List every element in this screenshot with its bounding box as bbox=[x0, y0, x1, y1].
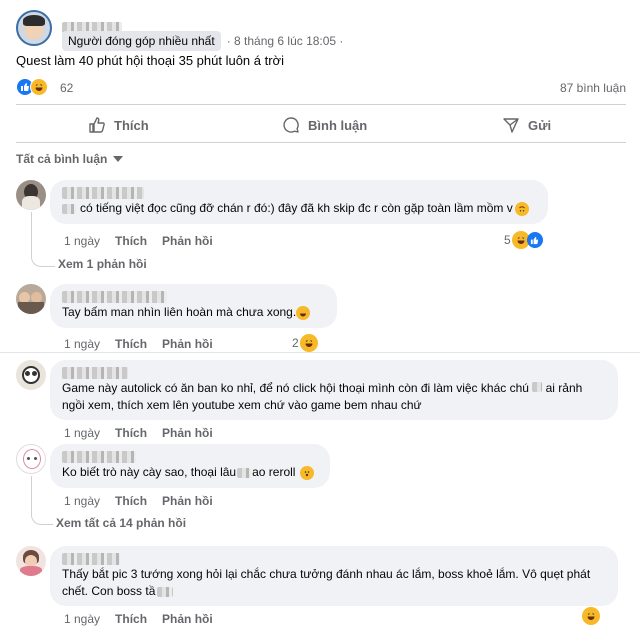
comment-meta: 1 ngày Thích Phản hồi bbox=[64, 234, 213, 248]
commenter-avatar[interactable] bbox=[16, 546, 46, 576]
comment-text: Tay bấm man nhìn liên hoàn mà chưa xong. bbox=[62, 305, 297, 319]
commenter-name-blurred[interactable] bbox=[62, 367, 128, 379]
divider-top bbox=[16, 104, 626, 105]
comment-like-link[interactable]: Thích bbox=[115, 234, 147, 248]
commenter-avatar[interactable] bbox=[16, 180, 46, 210]
reaction-icons[interactable] bbox=[16, 78, 48, 96]
comment-time[interactable]: 1 ngày bbox=[64, 337, 100, 351]
comment-button[interactable]: Bình luận bbox=[282, 116, 367, 134]
comment-text-end: ao reroll bbox=[252, 465, 296, 479]
post-meta: Người đóng góp nhiều nhất · 8 tháng 6 lú… bbox=[62, 30, 343, 52]
commenter-avatar[interactable] bbox=[16, 444, 46, 474]
comment-text-line-2: chết. Con boss tầ bbox=[62, 584, 156, 598]
comment-time[interactable]: 1 ngày bbox=[64, 612, 100, 626]
comment-reaction-count: 5 bbox=[504, 233, 511, 247]
like-reaction-icon bbox=[526, 232, 543, 248]
comment-text-line-1: Thấy bắt pic 3 tướng xong hỏi lại chắc c… bbox=[62, 567, 591, 581]
haha-emoji-icon bbox=[30, 78, 48, 96]
reaction-count[interactable]: 62 bbox=[60, 81, 73, 95]
comment-reply-link[interactable]: Phản hồi bbox=[162, 494, 213, 508]
comment-button-label: Bình luận bbox=[308, 117, 368, 133]
reply-thread-line bbox=[31, 476, 53, 525]
comment-meta: 1 ngày Thích Phản hồi bbox=[64, 337, 213, 351]
like-button-label: Thích bbox=[114, 117, 149, 133]
comment-meta: 1 ngày Thích Phản hồi bbox=[64, 426, 213, 440]
comment-filter-label: Tất cả bình luận bbox=[16, 152, 108, 166]
commenter-name-blurred[interactable] bbox=[62, 451, 136, 463]
post-text: Quest làm 40 phút hội thoại 35 phút luôn… bbox=[16, 53, 284, 68]
comment-text: có tiếng việt đọc cũng đỡ chán r đó:) đâ… bbox=[80, 201, 513, 215]
comment-text-line-1: Game này autolick có ăn ban ko nhỉ, để n… bbox=[62, 381, 529, 395]
comment-reaction-count: 2 bbox=[292, 336, 299, 350]
comment-like-link[interactable]: Thích bbox=[115, 426, 147, 440]
post-timestamp[interactable]: · 8 tháng 6 lúc 18:05 · bbox=[227, 34, 344, 48]
comment-time[interactable]: 1 ngày bbox=[64, 494, 100, 508]
post-actions: Thích Bình luận Gửi bbox=[16, 112, 626, 140]
view-all-replies-link[interactable]: Xem tất cả 14 phản hồi bbox=[56, 516, 186, 530]
haha-emoji-icon bbox=[582, 607, 600, 625]
comment-filter-dropdown[interactable]: Tất cả bình luận bbox=[16, 152, 124, 166]
post-reactions: 62 87 bình luận bbox=[16, 78, 626, 98]
send-button-label: Gửi bbox=[528, 117, 552, 133]
divider-bottom bbox=[16, 142, 626, 143]
comment-text-line-2: ngồi xem, thích xem lên youtube xem chứ … bbox=[62, 398, 422, 412]
speech-bubble-icon bbox=[283, 117, 299, 133]
screenshot-seam bbox=[0, 352, 640, 353]
haha-emoji-icon bbox=[299, 334, 318, 352]
surprised-emoji-icon bbox=[300, 465, 315, 480]
comment-time[interactable]: 1 ngày bbox=[64, 426, 100, 440]
comment-bubble: Ko biết trò này cày sao, thoại lâu ao re… bbox=[50, 444, 330, 488]
caret-down-icon bbox=[113, 156, 124, 162]
comment-reply-link[interactable]: Phản hồi bbox=[162, 426, 213, 440]
top-contributor-badge: Người đóng góp nhiều nhất bbox=[62, 31, 221, 51]
comment-bubble: Thấy bắt pic 3 tướng xong hỏi lại chắc c… bbox=[50, 546, 618, 606]
comment-meta: 1 ngày Thích Phản hồi bbox=[64, 494, 213, 508]
sweat-smile-emoji-icon bbox=[296, 305, 311, 320]
commenter-avatar[interactable] bbox=[16, 360, 46, 390]
view-replies-link[interactable]: Xem 1 phản hồi bbox=[58, 257, 147, 271]
comment-count[interactable]: 87 bình luận bbox=[560, 81, 626, 95]
commenter-name-blurred[interactable] bbox=[62, 291, 167, 303]
comment-reply-link[interactable]: Phản hồi bbox=[162, 612, 213, 626]
comment-bubble: Game này autolick có ăn ban ko nhỉ, để n… bbox=[50, 360, 618, 420]
comment-reactions[interactable] bbox=[582, 607, 600, 625]
send-button[interactable]: Gửi bbox=[502, 116, 551, 134]
comment-like-link[interactable]: Thích bbox=[115, 494, 147, 508]
post-author-avatar[interactable] bbox=[16, 10, 52, 46]
comment-reactions[interactable]: 2 bbox=[292, 334, 318, 352]
comment-meta: 1 ngày Thích Phản hồi bbox=[64, 612, 213, 626]
comment-reply-link[interactable]: Phản hồi bbox=[162, 234, 213, 248]
comment-bubble: Tay bấm man nhìn liên hoàn mà chưa xong. bbox=[50, 284, 337, 328]
reply-thread-line bbox=[31, 212, 55, 267]
send-icon bbox=[503, 118, 519, 133]
comment-text-line-1-end: ai rảnh bbox=[545, 381, 583, 395]
comment-text-start: Ko biết trò này cày sao, thoại lâu bbox=[62, 465, 237, 479]
comment-reactions[interactable]: 5 bbox=[504, 231, 543, 249]
like-button[interactable]: Thích bbox=[88, 116, 149, 134]
commenter-name-blurred[interactable] bbox=[62, 553, 120, 565]
comment-like-link[interactable]: Thích bbox=[115, 612, 147, 626]
comment-time[interactable]: 1 ngày bbox=[64, 234, 100, 248]
comment-bubble: có tiếng việt đọc cũng đỡ chán r đó:) đâ… bbox=[50, 180, 548, 224]
upside-down-emoji-icon bbox=[514, 201, 529, 216]
thumbs-up-icon bbox=[89, 117, 105, 133]
comment-reply-link[interactable]: Phản hồi bbox=[162, 337, 213, 351]
comment-like-link[interactable]: Thích bbox=[115, 337, 147, 351]
commenter-avatar[interactable] bbox=[16, 284, 46, 314]
post-header: Người đóng góp nhiều nhất · 8 tháng 6 lú… bbox=[16, 10, 616, 51]
commenter-name-blurred[interactable] bbox=[62, 187, 144, 199]
